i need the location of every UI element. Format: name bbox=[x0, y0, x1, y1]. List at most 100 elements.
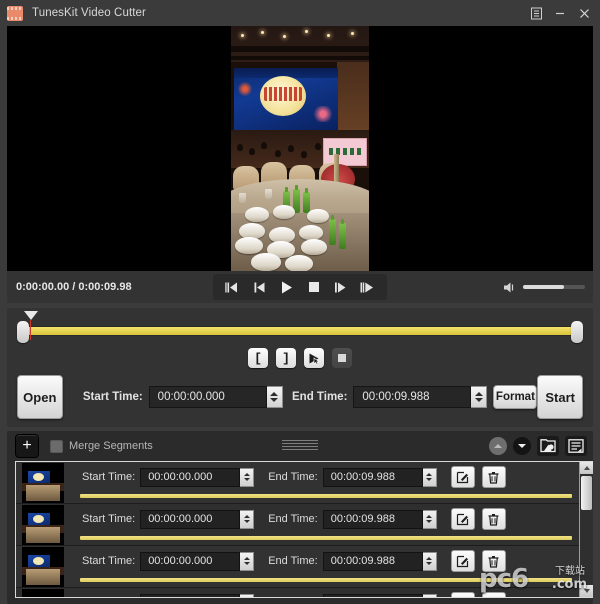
segments-list[interactable]: 00:00:00.000 Start Time: 00:00:00.000 En… bbox=[15, 461, 593, 598]
merge-checkbox-box[interactable] bbox=[50, 439, 63, 453]
segment-end-stepper[interactable] bbox=[422, 551, 437, 571]
end-time-stepper[interactable] bbox=[471, 386, 488, 408]
pencil-edit-icon bbox=[457, 555, 469, 567]
start-time-spinner[interactable]: 00:00:00.000 bbox=[148, 386, 283, 408]
trim-handle-end[interactable] bbox=[571, 321, 583, 343]
table-row[interactable]: 00:00:00.000 Start Time: 00:00:00.000 En… bbox=[16, 462, 580, 504]
segment-progress-bar bbox=[80, 536, 572, 540]
video-preview-stage[interactable] bbox=[7, 26, 593, 271]
move-down-button[interactable] bbox=[513, 437, 531, 455]
fast-forward-button[interactable] bbox=[327, 277, 354, 297]
stop-preview-button[interactable] bbox=[332, 348, 352, 368]
preview-segment-button[interactable] bbox=[304, 348, 324, 368]
segment-end-spinner[interactable]: 00:00:09.988 bbox=[322, 593, 437, 597]
mark-in-button[interactable]: [ bbox=[248, 348, 268, 368]
segment-end-spinner[interactable]: 00:00:09.988 bbox=[322, 551, 437, 571]
move-up-button[interactable] bbox=[489, 437, 507, 455]
start-time-step-down[interactable] bbox=[270, 398, 279, 402]
delete-segment-button[interactable] bbox=[481, 508, 506, 530]
menu-button[interactable] bbox=[524, 2, 548, 24]
start-time-step-up[interactable] bbox=[270, 392, 279, 396]
format-button[interactable]: Format bbox=[493, 385, 538, 409]
segment-progress-fill bbox=[80, 578, 572, 582]
add-segment-button[interactable]: + bbox=[15, 434, 39, 458]
image-folder-icon bbox=[540, 439, 556, 453]
segment-start-input[interactable]: 00:00:00.000 bbox=[140, 509, 241, 529]
segment-start-stepper[interactable] bbox=[240, 509, 255, 529]
end-time-step-down[interactable] bbox=[474, 398, 483, 402]
segment-end-input[interactable]: 00:00:09.988 bbox=[322, 467, 423, 487]
player-transport-bar: 0:00:00.00 / 0:00:09.98 bbox=[7, 271, 593, 303]
step-back-frame-button[interactable] bbox=[219, 277, 246, 297]
segment-end-stepper[interactable] bbox=[422, 593, 437, 597]
segment-end-input[interactable]: 00:00:09.988 bbox=[322, 551, 423, 571]
segment-start-stepper[interactable] bbox=[240, 593, 255, 597]
merge-segments-checkbox[interactable]: Merge Segments bbox=[50, 439, 153, 453]
trim-timeline[interactable] bbox=[15, 311, 585, 344]
close-button[interactable] bbox=[572, 2, 596, 24]
snapshot-button[interactable] bbox=[537, 436, 559, 456]
scroll-up-button[interactable] bbox=[580, 462, 593, 474]
edit-segment-button[interactable] bbox=[450, 508, 475, 530]
table-row[interactable]: Start Time: 00:00:00.000 End Time: 00:00… bbox=[16, 504, 580, 546]
segment-end-spinner[interactable]: 00:00:09.988 bbox=[322, 509, 437, 529]
stop-button[interactable] bbox=[300, 277, 327, 297]
rewind-button[interactable] bbox=[246, 277, 273, 297]
edit-segment-button[interactable] bbox=[450, 550, 475, 572]
segment-end-stepper[interactable] bbox=[422, 509, 437, 529]
segment-start-time-label: Start Time: bbox=[82, 555, 136, 567]
list-options-button[interactable] bbox=[565, 436, 587, 456]
volume-control[interactable] bbox=[503, 281, 585, 294]
segment-end-spinner[interactable]: 00:00:09.988 bbox=[322, 467, 437, 487]
delete-segment-button[interactable] bbox=[481, 550, 506, 572]
pencil-edit-icon bbox=[457, 513, 469, 525]
scrollbar-thumb[interactable] bbox=[581, 476, 592, 510]
segment-end-input[interactable]: 00:00:09.988 bbox=[322, 593, 423, 597]
segment-start-input[interactable]: 00:00:00.000 bbox=[140, 551, 241, 571]
trim-selection-range[interactable] bbox=[23, 327, 577, 335]
stage-led-screen bbox=[234, 68, 338, 130]
play-button[interactable] bbox=[273, 277, 300, 297]
segment-progress-bar bbox=[80, 494, 572, 498]
end-time-step-up[interactable] bbox=[474, 392, 483, 396]
segment-end-stepper[interactable] bbox=[422, 467, 437, 487]
delete-segment-button[interactable] bbox=[481, 466, 506, 488]
segments-scrollbar[interactable] bbox=[579, 462, 593, 597]
volume-slider[interactable] bbox=[523, 285, 585, 289]
segment-end-time-label: End Time: bbox=[268, 555, 318, 567]
playhead-marker[interactable] bbox=[24, 311, 38, 320]
step-forward-frame-button[interactable] bbox=[354, 277, 381, 297]
trim-handle-start[interactable] bbox=[17, 321, 29, 343]
start-time-input[interactable]: 00:00:00.000 bbox=[148, 386, 267, 408]
segment-start-stepper[interactable] bbox=[240, 467, 255, 487]
minimize-button[interactable] bbox=[548, 2, 572, 24]
segment-start-spinner[interactable]: 00:00:00.000 bbox=[140, 551, 255, 571]
end-time-spinner[interactable]: 00:00:09.988 bbox=[353, 386, 488, 408]
mark-out-button[interactable]: ] bbox=[276, 348, 296, 368]
table-row[interactable]: Start Time: 00:00:00.000 End Time: 00:00… bbox=[16, 546, 580, 588]
segment-start-time-label: Start Time: bbox=[82, 513, 136, 525]
start-time-stepper[interactable] bbox=[266, 386, 283, 408]
end-time-input[interactable]: 00:00:09.988 bbox=[353, 386, 472, 408]
segments-list-inner: 00:00:00.000 Start Time: 00:00:00.000 En… bbox=[16, 462, 580, 598]
start-button[interactable]: Start bbox=[537, 375, 583, 419]
segment-start-spinner[interactable]: 00:00:00.000 bbox=[140, 467, 255, 487]
segment-start-input[interactable]: 00:00:00.000 bbox=[140, 467, 241, 487]
delete-segment-button[interactable] bbox=[481, 592, 506, 597]
table-row[interactable]: Start Time: 00:00:00.000 End Time: 00:00… bbox=[16, 588, 580, 598]
segment-start-spinner[interactable]: 00:00:00.000 bbox=[140, 593, 255, 597]
scroll-down-button[interactable] bbox=[580, 585, 593, 597]
drag-grip-icon[interactable] bbox=[282, 440, 318, 452]
edit-segment-button[interactable] bbox=[450, 592, 475, 597]
scrollbar-track[interactable] bbox=[580, 474, 593, 585]
segment-start-stepper[interactable] bbox=[240, 551, 255, 571]
segment-end-input[interactable]: 00:00:09.988 bbox=[322, 509, 423, 529]
segment-start-input[interactable]: 00:00:00.000 bbox=[140, 593, 241, 597]
open-button[interactable]: Open bbox=[17, 375, 63, 419]
window-title: TunesKit Video Cutter bbox=[32, 7, 146, 19]
edit-segment-button[interactable] bbox=[450, 466, 475, 488]
segment-start-time-label: Start Time: bbox=[82, 597, 135, 598]
segment-start-spinner[interactable]: 00:00:00.000 bbox=[140, 509, 255, 529]
chevron-up-icon bbox=[494, 444, 502, 448]
trash-delete-icon bbox=[488, 471, 499, 484]
